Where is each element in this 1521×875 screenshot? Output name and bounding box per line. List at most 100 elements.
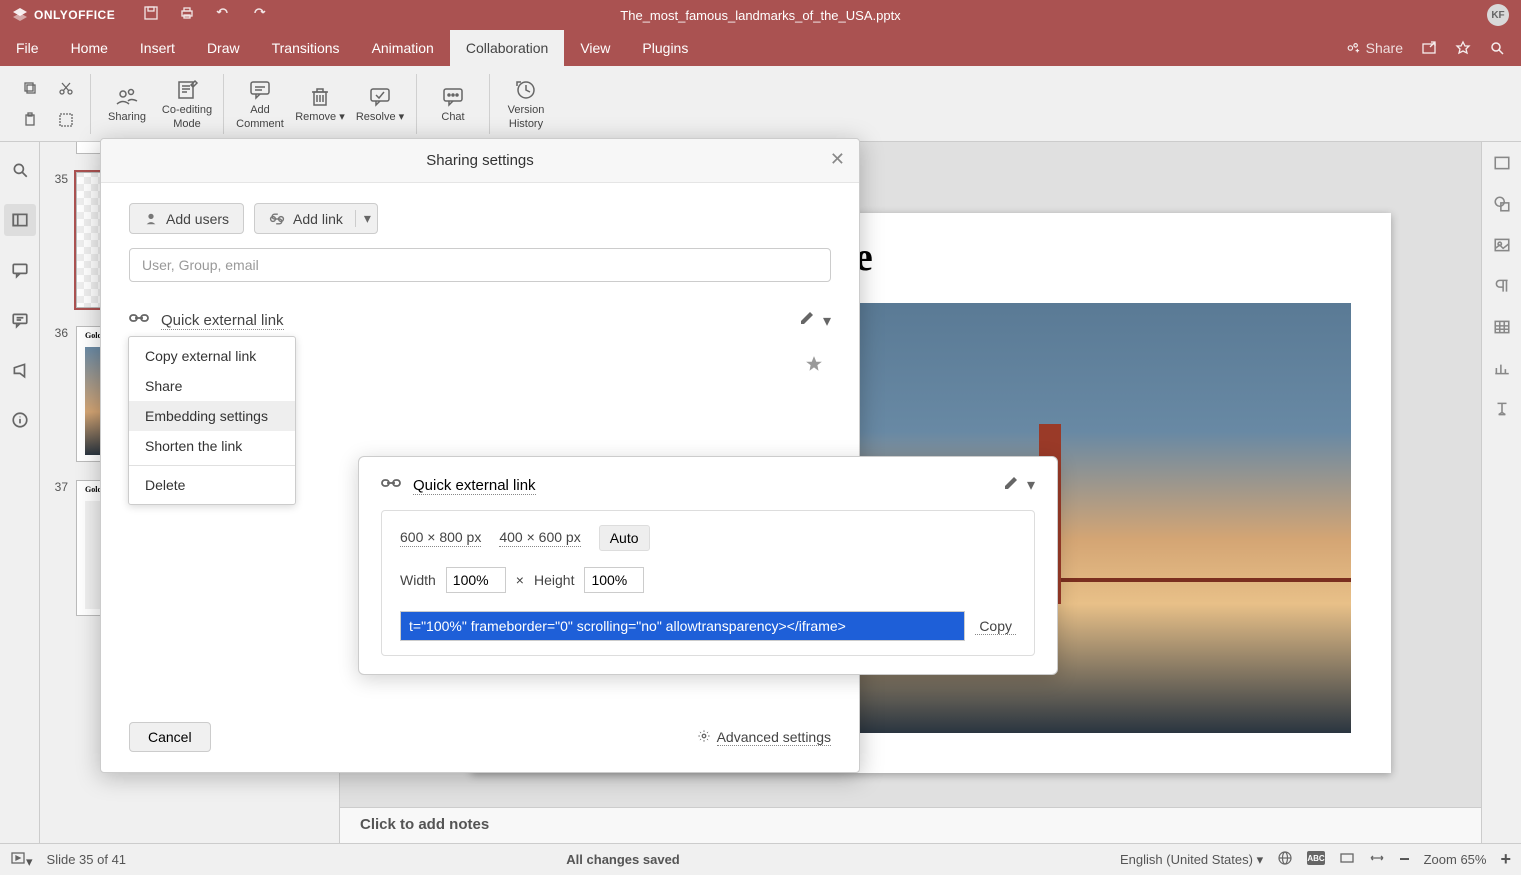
tab-view[interactable]: View (564, 30, 626, 66)
pencil-icon[interactable] (799, 310, 815, 331)
tab-insert[interactable]: Insert (124, 30, 191, 66)
zoom-level[interactable]: Zoom 65% (1424, 852, 1487, 867)
paragraph-settings-icon[interactable] (1493, 277, 1511, 300)
close-icon[interactable]: ✕ (830, 149, 845, 170)
coediting-icon (175, 78, 199, 102)
fit-slide-icon[interactable] (1339, 850, 1355, 869)
print-icon[interactable] (179, 5, 195, 26)
menu-copy-link[interactable]: Copy external link (129, 341, 295, 371)
embed-code-field[interactable]: t="100%" frameborder="0" scrolling="no" … (400, 611, 965, 641)
link-icon (381, 475, 401, 496)
dialog-title: Sharing settings (426, 152, 534, 169)
tab-collaboration[interactable]: Collaboration (450, 30, 565, 66)
tab-home[interactable]: Home (55, 30, 124, 66)
menu-shorten-link[interactable]: Shorten the link (129, 431, 295, 461)
pencil-icon[interactable] (1003, 475, 1019, 496)
globe-icon[interactable] (1277, 850, 1293, 869)
search-icon[interactable] (1489, 40, 1505, 56)
chart-settings-icon[interactable] (1493, 359, 1511, 382)
user-icon (144, 212, 158, 226)
preset-400x600[interactable]: 400 × 600 px (499, 529, 580, 547)
zoom-out-button[interactable]: − (1399, 849, 1410, 870)
ribbon: Sharing Co-editing Mode Add Comment Remo… (0, 66, 1521, 142)
sharing-button[interactable]: Sharing (101, 83, 153, 124)
user-search-input[interactable] (129, 248, 831, 282)
menu-delete[interactable]: Delete (129, 470, 295, 500)
copy-button[interactable]: Copy (975, 618, 1016, 635)
image-settings-icon[interactable] (1493, 236, 1511, 259)
resolve-icon (368, 85, 392, 109)
coediting-button[interactable]: Co-editing Mode (161, 76, 213, 130)
feedback-icon[interactable] (4, 354, 36, 386)
tab-file[interactable]: File (0, 30, 55, 66)
resolve-button[interactable]: Resolve ▾ (354, 83, 406, 124)
version-history-button[interactable]: Version History (500, 76, 552, 130)
gear-icon (697, 729, 711, 746)
redo-icon[interactable] (251, 5, 267, 26)
shape-settings-icon[interactable] (1493, 195, 1511, 218)
chat-button[interactable]: Chat (427, 83, 479, 124)
width-input[interactable] (446, 567, 506, 593)
open-location-icon[interactable] (1421, 40, 1437, 56)
about-icon[interactable] (4, 404, 36, 436)
add-link-button[interactable]: Add link ▾ (254, 203, 378, 234)
app-name: ONLYOFFICE (34, 8, 115, 22)
preset-600x800[interactable]: 600 × 800 px (400, 529, 481, 547)
slides-panel-icon[interactable] (4, 204, 36, 236)
spellcheck-icon[interactable]: ABC (1307, 851, 1325, 868)
chevron-down-icon: ▾ (399, 111, 405, 123)
cancel-button[interactable]: Cancel (129, 722, 211, 752)
link-icon (269, 212, 285, 226)
app-logo: ONLYOFFICE (12, 7, 115, 23)
share-button[interactable]: Share (1346, 40, 1403, 56)
dialog-ess dialog-title-bar: Sharing settings ✕ (101, 139, 859, 183)
star-icon[interactable] (1455, 40, 1471, 56)
chevron-down-icon[interactable]: ▾ (823, 311, 831, 331)
table-settings-icon[interactable] (1493, 318, 1511, 341)
undo-icon[interactable] (215, 5, 231, 26)
embed-header: Quick external link ▾ (381, 475, 1035, 496)
zoom-in-button[interactable]: + (1500, 849, 1511, 870)
tab-transitions[interactable]: Transitions (256, 30, 356, 66)
status-bar: ▾ Slide 35 of 41 All changes saved Engli… (0, 843, 1521, 875)
slide-settings-icon[interactable] (1493, 154, 1511, 177)
paste-icon[interactable] (16, 107, 44, 133)
fit-width-icon[interactable] (1369, 850, 1385, 869)
presentation-icon[interactable]: ▾ (10, 850, 33, 870)
height-label: Height (534, 572, 574, 588)
chevron-down-icon[interactable]: ▾ (1027, 475, 1035, 496)
chat-panel-icon[interactable] (4, 304, 36, 336)
remove-button[interactable]: Remove ▾ (294, 83, 346, 124)
quick-link-row: Quick external link ▾ (129, 310, 831, 331)
menu-share[interactable]: Share (129, 371, 295, 401)
quick-link-label[interactable]: Quick external link (161, 312, 284, 330)
add-comment-button[interactable]: Add Comment (234, 76, 286, 130)
tab-draw[interactable]: Draw (191, 30, 256, 66)
find-icon[interactable] (4, 154, 36, 186)
copy-icon[interactable] (16, 75, 44, 101)
tab-animation[interactable]: Animation (356, 30, 450, 66)
logo-icon (12, 7, 28, 23)
menu-embedding-settings[interactable]: Embedding settings (129, 401, 295, 431)
add-users-button[interactable]: Add users (129, 203, 244, 234)
user-avatar[interactable]: KF (1487, 4, 1509, 26)
language-selector[interactable]: English (United States) ▾ (1120, 852, 1263, 868)
notes-area[interactable]: Click to add notes (340, 807, 1481, 843)
link-icon (129, 310, 149, 331)
chevron-down-icon: ▾ (339, 111, 345, 123)
textart-settings-icon[interactable] (1493, 400, 1511, 423)
cut-icon[interactable] (52, 75, 80, 101)
select-icon[interactable] (52, 107, 80, 133)
advanced-settings-link[interactable]: Advanced settings (697, 729, 831, 746)
star-icon[interactable] (805, 355, 823, 378)
embed-title[interactable]: Quick external link (413, 477, 536, 495)
height-input[interactable] (584, 567, 644, 593)
chevron-down-icon[interactable]: ▾ (355, 210, 371, 227)
comments-panel-icon[interactable] (4, 254, 36, 286)
auto-button[interactable]: Auto (599, 525, 650, 551)
link-dropdown-menu: Copy external link Share Embedding setti… (128, 336, 296, 505)
tab-plugins[interactable]: Plugins (626, 30, 704, 66)
save-icon[interactable] (143, 5, 159, 26)
menu-bar: File Home Insert Draw Transitions Animat… (0, 30, 1521, 66)
width-label: Width (400, 572, 436, 588)
